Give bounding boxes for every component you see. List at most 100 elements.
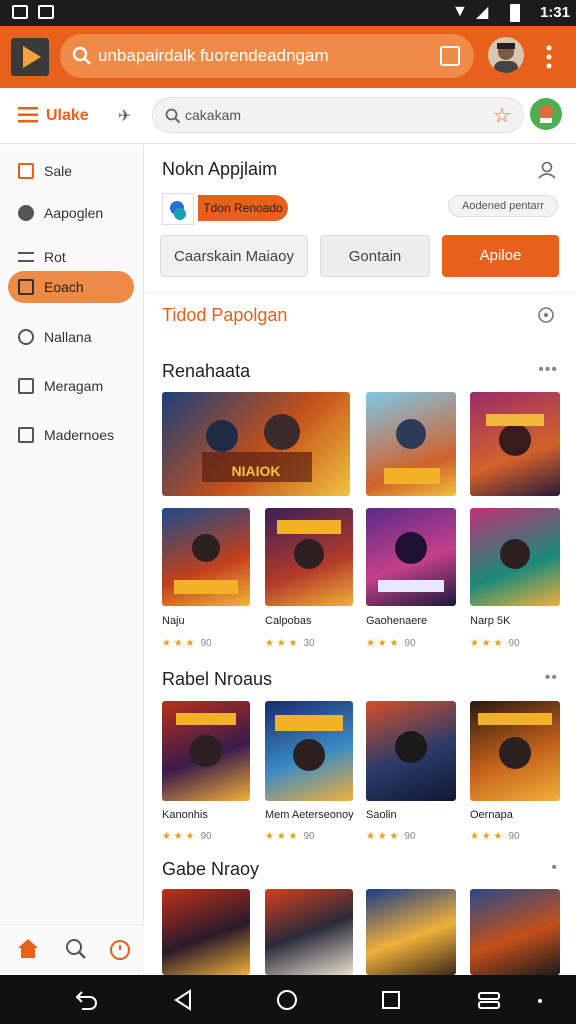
image-icon (38, 5, 54, 19)
app-tag[interactable]: Tdon Renoado (198, 195, 288, 221)
secondary-search-input[interactable]: cakakam ☆ (152, 97, 524, 133)
game-tile[interactable] (162, 889, 250, 975)
pin-icon[interactable]: ✈ (118, 106, 131, 126)
rating-value: 90 (404, 638, 416, 649)
game-title: Narp 5K (470, 615, 511, 627)
sidebar-item-rot[interactable]: Rot (8, 241, 134, 273)
rating-value: 90 (200, 638, 212, 649)
sidebar-item-label: Meragam (44, 378, 104, 394)
sidebar-item-madernoes[interactable]: Madernoes (8, 419, 134, 451)
game-tile[interactable] (162, 508, 250, 606)
contain-button-label: Gontain (348, 248, 402, 265)
avatar[interactable] (488, 37, 524, 73)
game-tile[interactable] (366, 508, 456, 606)
sidebar-item-aapoglen[interactable]: Aapoglen (8, 197, 134, 229)
svg-text:NIAIOK: NIAIOK (232, 463, 281, 479)
main-content: Nokn Appjlaim Tdon Renoado Aodened penta… (146, 145, 576, 975)
star-icon[interactable]: ☆ (493, 103, 511, 128)
back-arrow-icon[interactable] (74, 989, 98, 1011)
rating: ★ ★ ★ 90 (470, 831, 520, 842)
apply-button[interactable]: Apiloe (442, 235, 559, 277)
switch-apps-icon[interactable] (476, 989, 502, 1011)
rating-value: 90 (303, 831, 315, 842)
more-vert-icon[interactable] (546, 44, 552, 70)
search-icon[interactable] (64, 937, 88, 961)
menu-icon[interactable] (18, 107, 38, 123)
rating-stars: ★ ★ ★ (366, 638, 399, 649)
game-tile[interactable] (366, 889, 456, 975)
game-tile[interactable] (470, 392, 560, 496)
user-icon[interactable] (538, 161, 556, 179)
sidebar-item-sale[interactable]: Sale (8, 155, 134, 187)
signal-icon: ◢ (476, 4, 489, 21)
game-tile[interactable] (265, 701, 353, 801)
more-icon[interactable]: ••• (538, 361, 558, 379)
sidebar-item-label: Aapoglen (44, 205, 104, 221)
game-tile-banner[interactable]: NIAIOK (162, 392, 350, 496)
sidebar-bottom-nav (0, 924, 144, 974)
sidebar-item-label: Sale (44, 163, 73, 179)
sidebar-item-nallana[interactable]: Nallana (8, 321, 134, 353)
back-triangle-icon[interactable] (172, 989, 194, 1011)
apply-button-label: Apiloe (479, 247, 522, 264)
contain-button[interactable]: Gontain (320, 235, 430, 277)
settings-icon[interactable] (536, 305, 556, 325)
rating: ★ ★ ★ 90 (470, 638, 520, 649)
sidebar-item-meragam[interactable]: Meragam (8, 370, 134, 402)
game-tile[interactable] (265, 889, 353, 975)
rating-stars: ★ ★ ★ (470, 638, 503, 649)
top-search-bar[interactable]: unbapairdalk fuorendeadngam (60, 34, 474, 78)
rating: ★ ★ ★ 90 (366, 638, 416, 649)
toolbar: Ulake ✈ cakakam ☆ (0, 88, 576, 144)
folder-icon (18, 279, 34, 295)
profile-badge-icon[interactable] (530, 98, 562, 130)
game-tile[interactable] (366, 392, 456, 496)
rating-stars: ★ ★ ★ (162, 638, 195, 649)
home-circle-icon[interactable] (276, 989, 298, 1011)
recents-square-icon[interactable] (380, 989, 402, 1011)
sidebar-item-label: Madernoes (44, 427, 115, 443)
game-tile[interactable] (470, 701, 560, 801)
system-nav-bar (0, 975, 576, 1024)
status-bar: ▼ ◢ 1:31 (0, 0, 576, 26)
play-logo-icon[interactable] (11, 38, 49, 76)
more-icon[interactable]: •• (545, 669, 558, 687)
game-title: Mem Aeterseonoy (265, 809, 354, 821)
game-tile[interactable] (265, 508, 353, 606)
rating-stars: ★ ★ ★ (265, 638, 298, 649)
store-bag-icon[interactable] (440, 46, 460, 66)
meta-chip[interactable]: Aodened pentarr (448, 195, 558, 217)
section-title-renahaata: Renahaata (162, 361, 251, 381)
edit-icon (18, 378, 34, 394)
home-icon[interactable] (16, 937, 40, 961)
more-icon[interactable]: • (551, 859, 558, 877)
rating: ★ ★ ★ 90 (162, 638, 212, 649)
sidebar-item-label: Nallana (44, 329, 92, 345)
list-icon (18, 252, 34, 262)
rating: ★ ★ ★ 90 (366, 831, 416, 842)
sidebar-item-label: Rot (44, 249, 66, 265)
app-icon (162, 193, 194, 225)
game-title: Calpobas (265, 615, 312, 627)
game-tile[interactable] (470, 508, 560, 606)
square-icon (18, 163, 34, 179)
section-title-featured: Tidod Papolgan (162, 305, 288, 325)
rating-value: 90 (200, 831, 212, 842)
account-button[interactable]: Caarskain Maiaoy (160, 235, 308, 277)
game-tile[interactable] (470, 889, 560, 975)
box-icon (18, 427, 34, 443)
gallery-icon (12, 5, 28, 19)
timer-icon[interactable] (108, 937, 132, 961)
game-tile[interactable] (366, 701, 456, 801)
dot-icon (538, 999, 542, 1003)
section-title-rabel: Rabel Nroaus (162, 669, 273, 689)
game-title: Kanonhis (162, 809, 208, 821)
top-search-text: unbapairdalk fuorendeadngam (98, 46, 329, 65)
sidebar-item-eoach[interactable]: Eoach (8, 271, 134, 303)
rating-stars: ★ ★ ★ (366, 831, 399, 842)
game-tile[interactable] (162, 701, 250, 801)
rating-stars: ★ ★ ★ (265, 831, 298, 842)
dial-icon (18, 205, 34, 221)
card-title: Nokn Appjlaim (162, 159, 278, 179)
game-title: Gaohenaere (366, 615, 428, 627)
